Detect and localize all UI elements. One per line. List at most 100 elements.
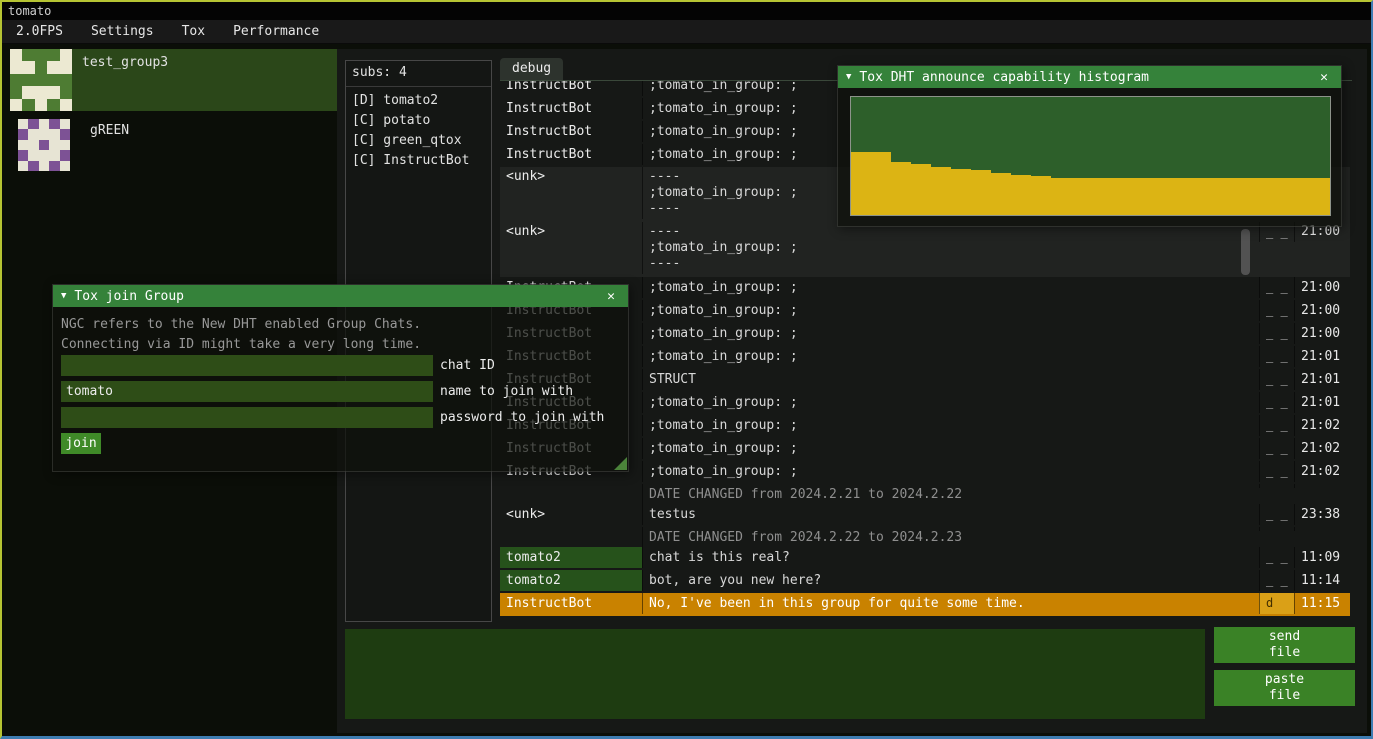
avatar-pixel xyxy=(39,129,49,139)
avatar-pixel xyxy=(49,119,59,129)
message-time xyxy=(1294,527,1350,531)
join-group-titlebar[interactable]: ▼ Tox join Group ✕ xyxy=(53,285,628,307)
member-item[interactable]: [C] green_qtox xyxy=(346,131,491,151)
avatar-pixel xyxy=(28,119,38,129)
menu-item-tox[interactable]: Tox xyxy=(168,20,219,43)
avatar-pixel xyxy=(47,74,59,86)
dht-histogram-title: Tox DHT announce capability histogram xyxy=(859,70,1149,85)
avatar-pixel xyxy=(47,86,59,98)
message-sender: <unk> xyxy=(500,167,642,187)
avatar-pixel xyxy=(35,99,47,111)
collapse-arrow-icon[interactable]: ▼ xyxy=(846,72,851,82)
avatar-pixel xyxy=(22,49,34,61)
menu-item-performance[interactable]: Performance xyxy=(219,20,333,43)
message-text: ;tomato_in_group: ; xyxy=(642,300,1259,321)
avatar-pixel xyxy=(60,119,70,129)
window-titlebar[interactable]: tomato xyxy=(2,2,1371,20)
menu-item-settings[interactable]: Settings xyxy=(77,20,168,43)
join-field-row: password to join with xyxy=(61,407,620,433)
avatar-pixel xyxy=(39,119,49,129)
message-time: 11:09 xyxy=(1294,547,1350,568)
delivery-status: _ _ xyxy=(1259,570,1294,591)
message-sender xyxy=(500,527,642,531)
avatar-pixel xyxy=(18,129,28,139)
avatar-pixel xyxy=(18,161,28,171)
histogram-bar xyxy=(911,164,931,215)
message-line: testus xyxy=(649,506,1253,523)
histogram-bar xyxy=(1190,178,1210,215)
message-sender: InstructBot xyxy=(500,121,642,142)
avatar-pixel xyxy=(60,161,70,171)
tab-debug[interactable]: debug xyxy=(500,58,563,80)
histogram-bar xyxy=(1011,175,1031,215)
join-group-title: Tox join Group xyxy=(74,289,184,304)
chat-ID-input[interactable] xyxy=(61,355,433,376)
date-changed-row[interactable]: DATE CHANGED from 2024.2.22 to 2024.2.23 xyxy=(500,527,1350,547)
avatar-pixel xyxy=(10,74,22,86)
message-text: bot, are you new here? xyxy=(642,570,1259,591)
member-list: [D] tomato2[C] potato[C] green_qtox[C] I… xyxy=(346,91,491,171)
avatar-pixel xyxy=(22,74,34,86)
message-row[interactable]: <unk>testus_ _23:38 xyxy=(500,504,1350,527)
resize-grip[interactable] xyxy=(614,457,627,470)
histogram-bar xyxy=(1270,178,1290,215)
avatar-pixel xyxy=(18,119,28,129)
avatar-pixel xyxy=(60,61,72,73)
delivery-status: _ _ xyxy=(1259,346,1294,367)
message-line: ;tomato_in_group: ; xyxy=(649,325,1253,342)
password-to-join-with-input[interactable] xyxy=(61,407,433,428)
join-info-line: Connecting via ID might take a very long… xyxy=(61,335,421,355)
histogram-bar xyxy=(1170,178,1190,215)
histogram-bar xyxy=(1210,178,1230,215)
collapse-arrow-icon[interactable]: ▼ xyxy=(61,291,66,301)
sidebar-item-gREEN[interactable]: gREEN xyxy=(10,117,337,173)
avatar-pixel xyxy=(18,140,28,150)
histogram-bar xyxy=(951,169,971,215)
histogram-bar xyxy=(1310,178,1330,215)
member-item[interactable]: [D] tomato2 xyxy=(346,91,491,111)
message-row[interactable]: <unk>----;tomato_in_group: ;----_ _21:00 xyxy=(500,222,1350,277)
message-row[interactable]: tomato2bot, are you new here?_ _11:14 xyxy=(500,570,1350,593)
delivery-status: _ _ xyxy=(1259,392,1294,413)
dht-histogram-titlebar[interactable]: ▼ Tox DHT announce capability histogram … xyxy=(838,66,1341,88)
member-item[interactable]: [C] InstructBot xyxy=(346,151,491,171)
message-time: 21:02 xyxy=(1294,461,1350,482)
message-row[interactable]: InstructBotNo, I've been in this group f… xyxy=(500,593,1350,616)
avatar-pixel xyxy=(28,150,38,160)
member-item[interactable]: [C] potato xyxy=(346,111,491,131)
message-line: STRUCT xyxy=(649,371,1253,388)
message-sender: <unk> xyxy=(500,504,642,525)
message-sender: InstructBot xyxy=(500,144,642,165)
group-avatar xyxy=(10,49,72,111)
histogram-bar xyxy=(1130,178,1150,215)
paste-file-button[interactable]: paste file xyxy=(1214,670,1355,706)
app-window: tomato 2.0FPSSettingsToxPerformance test… xyxy=(0,0,1373,739)
message-line: ;tomato_in_group: ; xyxy=(649,417,1253,434)
histogram-bar xyxy=(1090,178,1110,215)
message-row[interactable]: tomato2chat is this real?_ _11:09 xyxy=(500,547,1350,570)
separator xyxy=(346,86,491,87)
name-to-join-with-input[interactable] xyxy=(61,381,433,402)
send-file-button[interactable]: send file xyxy=(1214,627,1355,663)
message-line: ;tomato_in_group: ; xyxy=(649,394,1253,411)
avatar-pixel xyxy=(49,161,59,171)
date-changed-text: DATE CHANGED from 2024.2.22 to 2024.2.23 xyxy=(642,527,1259,547)
message-time: 11:14 xyxy=(1294,570,1350,591)
menu-item-2-0fps[interactable]: 2.0FPS xyxy=(2,20,77,43)
histogram-bar xyxy=(1150,178,1170,215)
date-changed-row[interactable]: DATE CHANGED from 2024.2.21 to 2024.2.22 xyxy=(500,484,1350,504)
sidebar-item-test_group3[interactable]: test_group3 xyxy=(10,49,337,111)
message-time: 21:02 xyxy=(1294,438,1350,459)
avatar-pixel xyxy=(39,140,49,150)
message-time: 21:01 xyxy=(1294,392,1350,413)
avatar-pixel xyxy=(60,150,70,160)
join-button[interactable]: join xyxy=(61,433,101,454)
chat-scrollbar[interactable] xyxy=(1241,229,1250,275)
message-time: 21:01 xyxy=(1294,369,1350,390)
close-icon[interactable]: ✕ xyxy=(1315,70,1333,85)
date-changed-text: DATE CHANGED from 2024.2.21 to 2024.2.22 xyxy=(642,484,1259,504)
close-icon[interactable]: ✕ xyxy=(602,289,620,304)
avatar-pixel xyxy=(22,99,34,111)
message-input[interactable] xyxy=(345,629,1205,719)
message-sender: InstructBot xyxy=(500,98,642,119)
